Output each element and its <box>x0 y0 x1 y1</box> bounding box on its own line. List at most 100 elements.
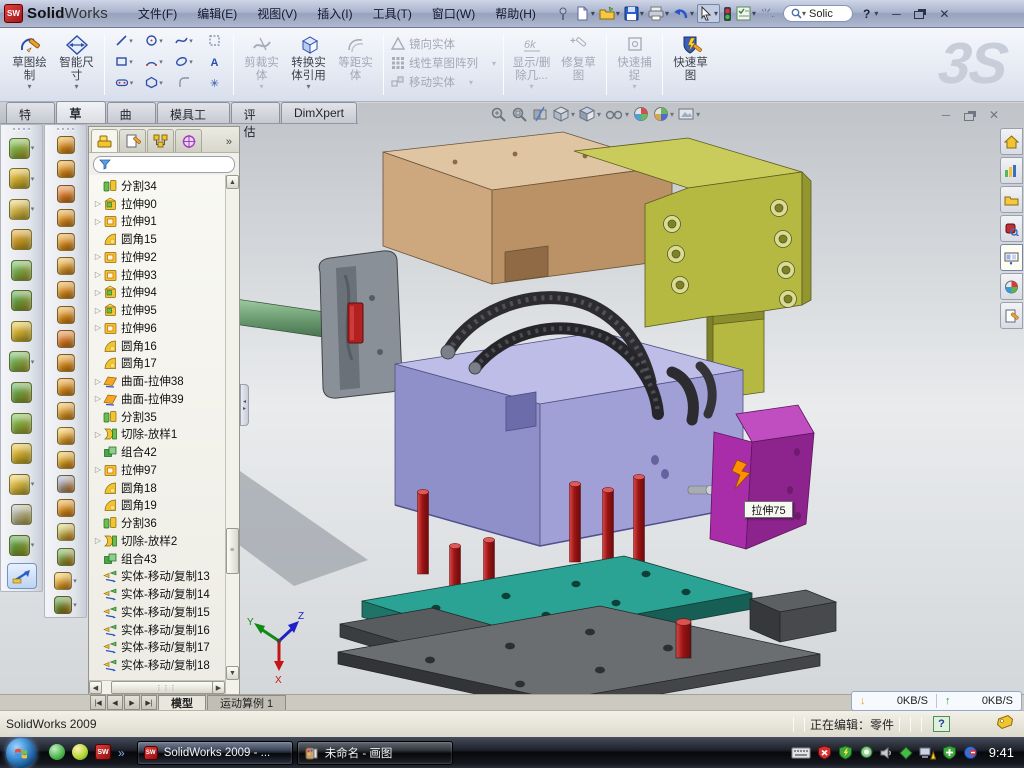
expander-icon[interactable]: ▷ <box>93 536 103 545</box>
tree-item[interactable]: ▷曲面-拉伸39 <box>89 390 239 408</box>
undo-icon[interactable]: ▾ <box>672 5 695 22</box>
help-button[interactable]: ? <box>863 7 870 21</box>
help-dropdown-icon[interactable]: ▾ <box>874 9 878 18</box>
swept-boss-icon[interactable] <box>11 229 32 250</box>
print-icon[interactable]: ▾ <box>647 5 670 22</box>
extruded-surface-icon[interactable] <box>57 136 75 154</box>
rectangle-icon[interactable]: ▾ <box>109 55 139 68</box>
tree-item[interactable]: 实体-移动/复制15 <box>89 603 239 621</box>
edit-appearance-icon[interactable] <box>633 106 649 122</box>
tree-item[interactable]: 分割34 <box>89 177 239 195</box>
trim-surface-icon[interactable] <box>57 451 75 469</box>
ellipse-icon[interactable]: ▾ <box>169 55 199 68</box>
move-copy-body-icon[interactable] <box>11 443 32 464</box>
menu-window[interactable]: 窗口(W) <box>422 2 485 25</box>
curve-icon[interactable] <box>11 504 32 525</box>
circle-icon[interactable]: ▾ <box>139 34 169 47</box>
linear-pattern-icon[interactable] <box>9 351 30 372</box>
flag-icon[interactable] <box>899 746 913 760</box>
model-insert-block[interactable] <box>319 251 402 398</box>
tree-item[interactable]: 分割35 <box>89 408 239 426</box>
doc-minimize-button[interactable]: ─ <box>934 106 958 124</box>
tree-item[interactable]: ▷切除-放样2 <box>89 532 239 550</box>
slot-icon[interactable]: ▾ <box>109 76 139 89</box>
doc-tab-运动算例 1[interactable]: 运动算例 1 <box>207 695 286 710</box>
menu-help[interactable]: 帮助(H) <box>485 2 546 25</box>
revolved-surface-icon[interactable] <box>57 160 75 178</box>
combine-icon[interactable] <box>11 382 32 403</box>
last-tab-button[interactable]: ▶| <box>141 695 157 710</box>
replace-face-icon[interactable] <box>57 402 75 420</box>
expander-icon[interactable]: ▷ <box>93 252 103 261</box>
keyboard-icon[interactable] <box>791 747 811 759</box>
smart-dimension-button[interactable]: 智能尺寸 ▾ <box>53 31 100 91</box>
menu-view[interactable]: 视图(V) <box>247 2 307 25</box>
propertymanager-icon[interactable] <box>119 129 146 152</box>
spline-icon[interactable]: ▾ <box>169 34 199 47</box>
scroll-up-button[interactable]: ▲ <box>226 175 239 189</box>
tree-item[interactable]: ▷拉伸96 <box>89 319 239 337</box>
expander-icon[interactable]: ▷ <box>93 377 103 386</box>
extruded-cut-icon[interactable] <box>9 168 30 189</box>
menu-file[interactable]: 文件(F) <box>128 2 187 25</box>
ruled-surface-icon[interactable] <box>57 330 75 348</box>
tree-item[interactable]: 圆角18 <box>89 479 239 497</box>
rapid-sketch-button[interactable]: 快速草图 <box>667 31 714 91</box>
split-icon[interactable] <box>11 413 32 434</box>
text-icon[interactable]: A <box>199 55 229 68</box>
solidworks-resources-icon[interactable] <box>1000 128 1023 155</box>
restore-button[interactable] <box>908 5 932 23</box>
tab-模具工具[interactable]: 模具工具 <box>157 102 230 123</box>
dimxpertmanager-icon[interactable] <box>175 129 202 152</box>
dropdown-icon[interactable]: ▾ <box>27 82 31 91</box>
expander-icon[interactable]: ▷ <box>93 306 103 315</box>
tree-item[interactable]: 圆角19 <box>89 497 239 515</box>
expander-icon[interactable]: ▷ <box>93 288 103 297</box>
quick-tips-button[interactable]: ? <box>933 716 950 732</box>
draft-icon[interactable] <box>11 321 32 342</box>
taskbar-window-2[interactable]: 未命名 - 画图 <box>297 741 453 765</box>
tree-item[interactable]: 实体-移动/复制14 <box>89 585 239 603</box>
offset-surface-icon[interactable] <box>57 306 75 324</box>
instant3d-icon[interactable] <box>7 563 37 589</box>
reference-geometry-icon[interactable] <box>9 474 30 495</box>
tree-filter-input[interactable] <box>93 156 235 173</box>
filled-surface-icon[interactable] <box>57 257 75 275</box>
messenger-icon[interactable] <box>49 744 66 761</box>
tree-vertical-scrollbar[interactable]: ▲ ≡ ▼ <box>225 175 239 694</box>
tree-item[interactable]: 组合42 <box>89 443 239 461</box>
boundary-boss-icon[interactable] <box>11 290 32 311</box>
scroll-down-button[interactable]: ▼ <box>226 666 239 680</box>
first-tab-button[interactable]: |◀ <box>90 695 106 710</box>
menu-tools[interactable]: 工具(T) <box>363 2 422 25</box>
design-library-icon[interactable] <box>1000 157 1023 184</box>
apply-scene-icon[interactable]: ▾ <box>653 106 674 122</box>
tree-item[interactable]: ▷拉伸95 <box>89 301 239 319</box>
scroll-right-button[interactable]: ▶ <box>212 681 225 694</box>
tree-item[interactable]: ▷拉伸91 <box>89 213 239 231</box>
tree-item[interactable]: ▷拉伸94 <box>89 284 239 302</box>
dome-icon[interactable] <box>57 548 75 566</box>
tree-item[interactable]: 圆角17 <box>89 355 239 373</box>
save-icon[interactable]: ▾ <box>623 5 645 22</box>
arc-icon[interactable]: ▾ <box>139 55 169 68</box>
tab-评估[interactable]: 评估 <box>231 102 280 123</box>
appearances-scenes-icon[interactable] <box>1000 273 1023 300</box>
convert-entities-button[interactable]: 转换实体引用 ▾ <box>285 31 332 91</box>
tree-item[interactable]: ▷曲面-拉伸38 <box>89 372 239 390</box>
tab-曲面[interactable]: 曲面 <box>107 102 156 123</box>
view-orientation-icon[interactable]: ▾ <box>553 106 575 122</box>
tree-item[interactable]: ▷拉伸97 <box>89 461 239 479</box>
section-view-icon[interactable] <box>532 106 549 122</box>
tree-item[interactable]: ▷拉伸92 <box>89 248 239 266</box>
tree-horizontal-scrollbar[interactable]: ◀ ⋮⋮⋮ ▶ <box>89 680 225 694</box>
swept-surface-icon[interactable] <box>57 185 75 203</box>
tree-item[interactable]: 组合43 <box>89 550 239 568</box>
scroll-thumb[interactable]: ⋮⋮⋮ <box>111 681 221 694</box>
health-icon[interactable] <box>942 745 957 760</box>
fillet-icon[interactable] <box>9 199 30 220</box>
view-settings-icon[interactable]: ▾ <box>678 106 700 122</box>
tree-item[interactable]: ▷拉伸93 <box>89 266 239 284</box>
doc-restore-button[interactable] <box>958 106 982 124</box>
knit-surface-icon[interactable] <box>57 499 75 517</box>
